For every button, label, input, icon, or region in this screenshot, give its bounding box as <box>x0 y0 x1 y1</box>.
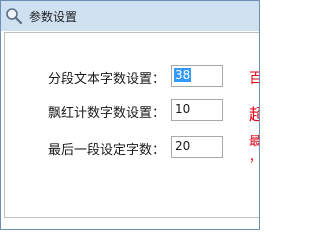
segment-text-word-count-label: 分段文本字数设置： <box>48 72 166 87</box>
window-title: 参数设置 <box>29 10 78 24</box>
last-segment-word-count-label: 最后一段设定字数： <box>48 143 166 158</box>
note-last-segment-continued: ， <box>249 150 260 164</box>
note-last-segment: 最 <box>249 134 260 148</box>
red-highlight-word-count-label: 飘红计数字数设置： <box>48 106 166 121</box>
note-red-highlight: 超 <box>249 101 259 125</box>
segment-text-word-count-input[interactable]: 38 <box>171 65 223 87</box>
title-bar[interactable]: 参数设置 <box>1 1 259 32</box>
red-highlight-word-count-input[interactable]: 10 <box>171 99 223 121</box>
magnifier-icon <box>6 8 23 25</box>
settings-group-box <box>4 32 259 218</box>
settings-window: 参数设置 分段文本字数设置： 38 飘红计数字数设置： 10 最后一段设定字数：… <box>0 0 260 230</box>
note-segment-text: 百 <box>249 68 259 88</box>
client-area: 分段文本字数设置： 38 飘红计数字数设置： 10 最后一段设定字数： 20 百… <box>1 31 260 229</box>
segment-text-word-count-value: 38 <box>174 68 192 82</box>
last-segment-word-count-input[interactable]: 20 <box>171 136 223 158</box>
